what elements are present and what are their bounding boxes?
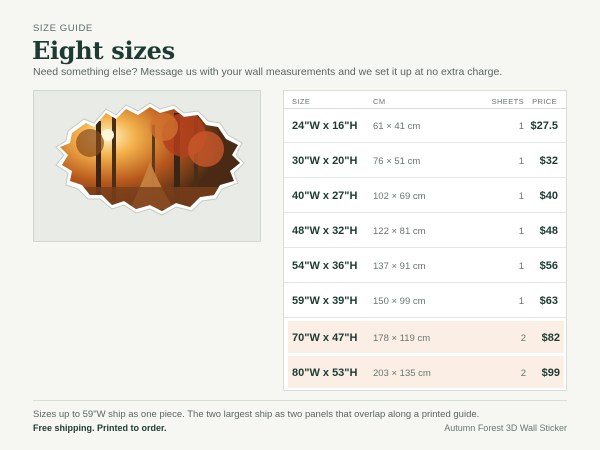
size-cell: 80"W x 53"H [292,367,358,379]
price-cell: $27.5 [530,120,558,132]
cm-cell: 178 × 119 cm [373,333,431,344]
size-table: SIZE CM SHEETS PRICE 24"W x 16"H 61 × 41… [283,90,567,391]
cm-cell: 76 × 51 cm [373,156,421,167]
table-row: 59"W x 39"H 150 × 99 cm 1 $63 [284,284,566,318]
column-header-sheets: SHEETS [491,97,524,106]
size-cell: 48"W x 32"H [292,225,358,237]
table-row-highlighted: 80"W x 53"H 203 × 135 cm 2 $99 [288,356,564,388]
table-header: SIZE CM SHEETS PRICE [284,91,566,109]
product-name: Autumn Forest 3D Wall Sticker [444,423,567,433]
page-subtitle: Need something else? Message us with you… [33,66,503,78]
price-cell: $40 [539,190,558,202]
sheets-cell: 1 [518,226,524,237]
page-title: Eight sizes [32,36,175,65]
column-header-size: SIZE [292,97,311,106]
size-cell: 40"W x 27"H [292,190,358,202]
shipping-note: Sizes up to 59"W ship as one piece. The … [33,409,480,420]
cm-cell: 122 × 81 cm [373,226,426,237]
sheets-cell: 2 [520,333,526,344]
cm-cell: 137 × 91 cm [373,261,426,272]
sheets-cell: 1 [518,156,524,167]
footer-divider [33,400,567,401]
sheets-cell: 2 [520,368,526,379]
cm-cell: 61 × 41 cm [373,121,421,132]
sheets-cell: 1 [518,261,524,272]
forest-wall-sticker-image [55,102,245,216]
price-cell: $32 [539,155,558,167]
sheets-cell: 1 [518,296,524,307]
cm-cell: 203 × 135 cm [373,368,431,379]
size-cell: 30"W x 20"H [292,155,358,167]
table-row: 48"W x 32"H 122 × 81 cm 1 $48 [284,214,566,248]
table-row: 24"W x 16"H 61 × 41 cm 1 $27.5 [284,109,566,143]
size-cell: 59"W x 39"H [292,295,358,307]
price-cell: $82 [541,332,560,344]
product-preview-image [33,90,261,242]
size-guide-eyebrow: SIZE GUIDE [33,23,93,34]
cm-cell: 102 × 69 cm [373,191,426,202]
price-cell: $99 [541,367,560,379]
column-header-cm: CM [373,97,386,106]
table-row: 40"W x 27"H 102 × 69 cm 1 $40 [284,179,566,213]
table-row-highlighted: 70"W x 47"H 178 × 119 cm 2 $82 [288,321,564,353]
free-shipping-text: Free shipping. Printed to order. [33,423,167,433]
size-cell: 54"W x 36"H [292,260,358,272]
cm-cell: 150 × 99 cm [373,296,426,307]
size-cell: 24"W x 16"H [292,120,358,132]
table-row: 54"W x 36"H 137 × 91 cm 1 $56 [284,249,566,283]
sheets-cell: 1 [518,191,524,202]
table-row: 30"W x 20"H 76 × 51 cm 1 $32 [284,144,566,178]
price-cell: $63 [539,295,558,307]
price-cell: $56 [539,260,558,272]
sheets-cell: 1 [518,121,524,132]
size-cell: 70"W x 47"H [292,332,358,344]
column-header-price: PRICE [532,97,557,106]
price-cell: $48 [539,225,558,237]
